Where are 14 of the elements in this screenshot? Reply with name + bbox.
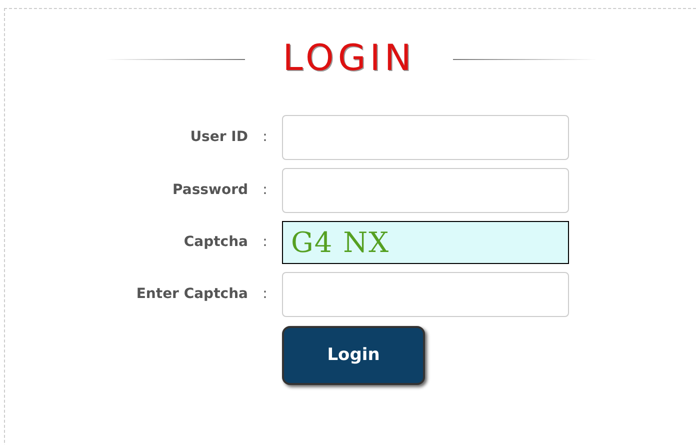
input-field[interactable]: [282, 115, 569, 160]
label-colon: :: [262, 233, 268, 252]
page-title: LOGIN: [282, 37, 416, 81]
field-label: Captcha: [182, 233, 248, 252]
field-label: User ID: [189, 128, 248, 147]
input-field[interactable]: [282, 168, 569, 213]
captcha-text: G4 NX: [291, 224, 390, 260]
label-colon: :: [262, 181, 268, 200]
field-label: Enter Captcha: [135, 285, 248, 304]
input-field[interactable]: [282, 272, 569, 317]
field-label: Password: [172, 181, 248, 200]
label-colon: :: [262, 285, 268, 304]
label-colon: :: [262, 128, 268, 147]
login-button[interactable]: Login: [282, 326, 425, 385]
